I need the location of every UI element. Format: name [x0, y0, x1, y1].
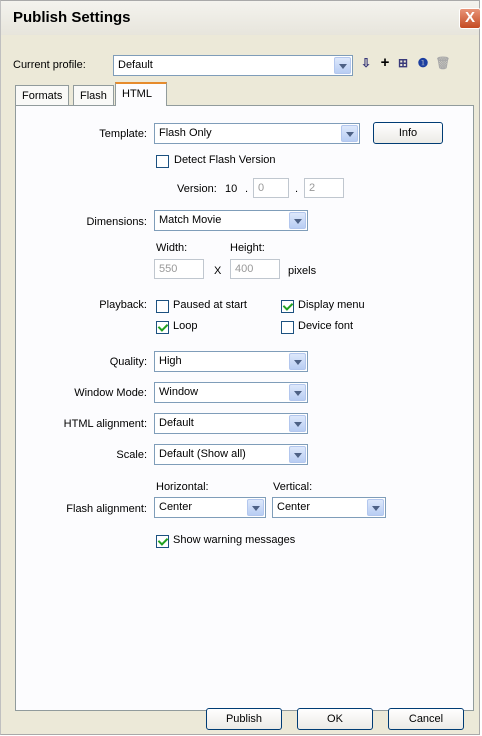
- dimensions-value: Match Movie: [159, 214, 222, 226]
- title-bar[interactable]: Publish Settings X: [1, 1, 481, 35]
- horizontal-alignment-select[interactable]: Center: [154, 497, 266, 518]
- ok-button[interactable]: OK: [297, 708, 373, 730]
- html-alignment-value: Default: [159, 417, 194, 429]
- display-menu-label: Display menu: [298, 299, 365, 311]
- publish-settings-dialog: Publish Settings X Current profile: Defa…: [0, 0, 481, 735]
- paused-at-start-label: Paused at start: [173, 299, 247, 311]
- flash-alignment-label: Flash alignment:: [66, 503, 147, 515]
- html-alignment-select[interactable]: Default: [154, 413, 308, 434]
- scale-value: Default (Show all): [159, 448, 246, 460]
- close-icon: X: [464, 9, 475, 26]
- vertical-alignment-value: Center: [277, 501, 311, 513]
- chevron-down-icon[interactable]: [289, 446, 306, 463]
- window-mode-select[interactable]: Window: [154, 382, 308, 403]
- profile-properties-icon[interactable]: ❶: [415, 55, 431, 71]
- dimensions-label: Dimensions:: [86, 216, 147, 228]
- height-field[interactable]: 400: [230, 259, 280, 279]
- version-revision-field[interactable]: 2: [304, 178, 344, 198]
- version-dot-1: .: [245, 183, 249, 195]
- template-label: Template:: [99, 128, 147, 140]
- publish-button[interactable]: Publish: [206, 708, 282, 730]
- width-label: Width:: [156, 242, 188, 254]
- chevron-down-icon[interactable]: [289, 384, 306, 401]
- times-sign: X: [214, 265, 222, 277]
- chevron-down-icon[interactable]: [341, 125, 358, 142]
- profile-select[interactable]: Default: [113, 55, 353, 76]
- tab-formats[interactable]: Formats: [15, 85, 70, 105]
- detect-flash-version-checkbox[interactable]: [156, 155, 169, 168]
- version-dot-2: .: [295, 183, 299, 195]
- add-profile-icon[interactable]: +: [377, 55, 393, 71]
- window-mode-label: Window Mode:: [74, 387, 147, 399]
- html-alignment-label: HTML alignment:: [63, 418, 147, 430]
- info-button[interactable]: Info: [373, 122, 443, 144]
- chevron-down-icon[interactable]: [334, 57, 351, 74]
- version-label: Version:: [177, 183, 217, 195]
- window-mode-value: Window: [159, 386, 199, 398]
- delete-profile-icon[interactable]: 🗑: [435, 55, 451, 71]
- quality-select[interactable]: High: [154, 351, 308, 372]
- dimensions-select[interactable]: Match Movie: [154, 210, 308, 231]
- device-font-checkbox[interactable]: [281, 321, 294, 334]
- chevron-down-icon[interactable]: [289, 353, 306, 370]
- playback-label: Playback:: [99, 299, 147, 311]
- template-value: Flash Only: [159, 127, 212, 139]
- dialog-title: Publish Settings: [13, 9, 131, 26]
- quality-label: Quality:: [109, 356, 147, 368]
- show-warnings-checkbox[interactable]: [156, 535, 169, 548]
- loop-label: Loop: [173, 320, 198, 332]
- horizontal-label: Horizontal:: [156, 481, 209, 493]
- template-select[interactable]: Flash Only: [154, 123, 360, 144]
- horizontal-alignment-value: Center: [159, 501, 193, 513]
- detect-flash-version-label: Detect Flash Version: [174, 154, 276, 166]
- duplicate-profile-icon[interactable]: ⊞: [395, 55, 411, 71]
- import-export-icon[interactable]: ⇩: [358, 55, 374, 71]
- profile-value: Default: [118, 59, 153, 71]
- loop-checkbox[interactable]: [156, 321, 169, 334]
- version-minor-field[interactable]: 0: [253, 178, 289, 198]
- tab-html[interactable]: HTML: [115, 82, 167, 106]
- height-label: Height:: [230, 242, 265, 254]
- version-major: 10: [225, 183, 238, 195]
- html-tab-panel: [15, 105, 474, 711]
- scale-select[interactable]: Default (Show all): [154, 444, 308, 465]
- chevron-down-icon[interactable]: [289, 212, 306, 229]
- display-menu-checkbox[interactable]: [281, 300, 294, 313]
- chevron-down-icon[interactable]: [367, 499, 384, 516]
- chevron-down-icon[interactable]: [247, 499, 264, 516]
- device-font-label: Device font: [298, 320, 354, 332]
- cancel-button[interactable]: Cancel: [388, 708, 464, 730]
- pixels-unit: pixels: [288, 265, 317, 277]
- close-button[interactable]: X: [459, 8, 481, 29]
- paused-at-start-checkbox[interactable]: [156, 300, 169, 313]
- scale-label: Scale:: [116, 449, 147, 461]
- quality-value: High: [159, 355, 182, 367]
- vertical-alignment-select[interactable]: Center: [272, 497, 386, 518]
- tab-flash[interactable]: Flash: [73, 85, 114, 105]
- profile-label: Current profile:: [13, 59, 86, 71]
- chevron-down-icon[interactable]: [289, 415, 306, 432]
- vertical-label: Vertical:: [273, 481, 313, 493]
- width-field[interactable]: 550: [154, 259, 204, 279]
- show-warnings-label: Show warning messages: [173, 534, 296, 546]
